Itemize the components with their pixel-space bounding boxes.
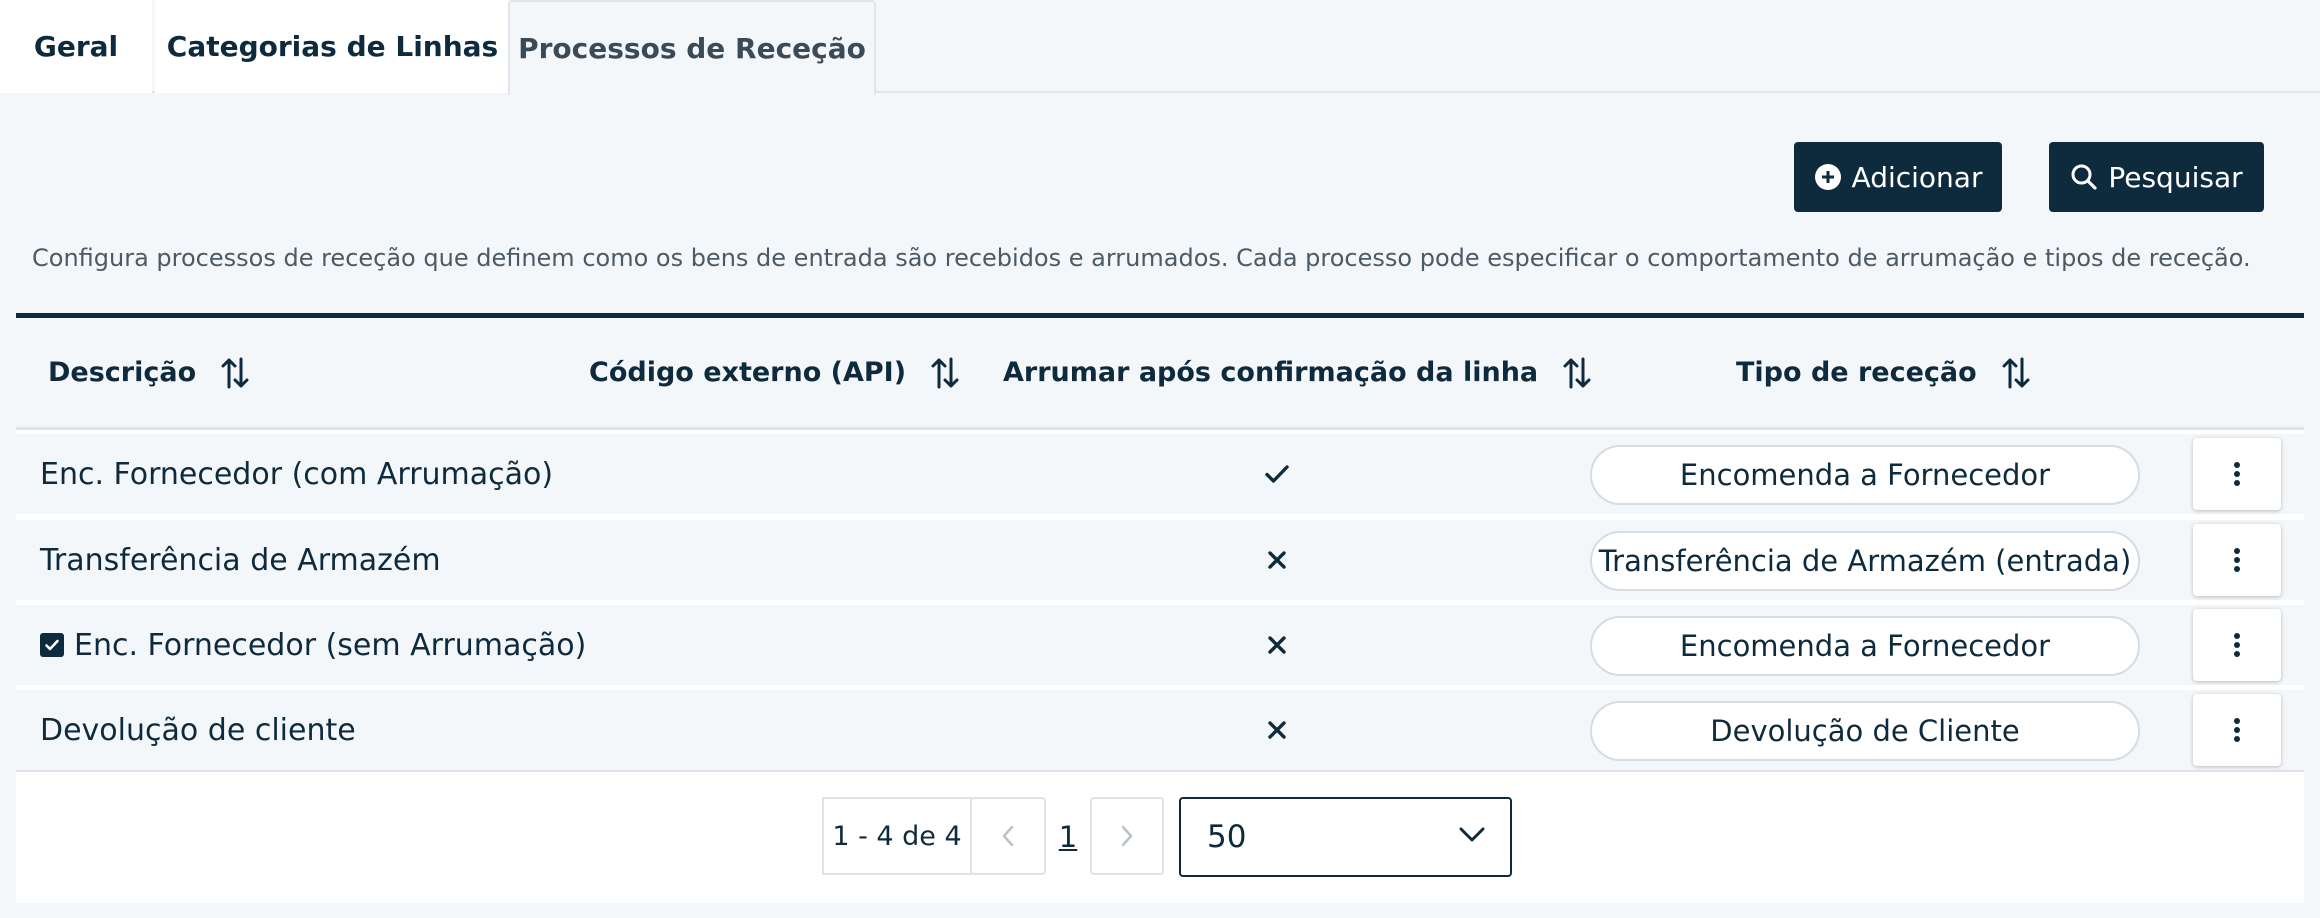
table-row[interactable]: Devolução de cliente Devolução de Client…: [16, 690, 2304, 770]
page-1-link[interactable]: 1: [1050, 815, 1086, 859]
column-label: Tipo de receção: [1736, 357, 1977, 388]
column-header-descricao[interactable]: Descrição: [48, 318, 252, 427]
tab-label: Processos de Receção: [518, 32, 866, 65]
reception-type-badge: Transferência de Armazém (entrada): [1590, 531, 2140, 591]
table-row[interactable]: Transferência de Armazém Transferência d…: [16, 520, 2304, 600]
row-description: Enc. Fornecedor (com Arrumação): [40, 434, 553, 514]
row-actions-button[interactable]: [2193, 609, 2281, 681]
column-header-codigo-externo[interactable]: Código externo (API): [589, 318, 962, 427]
table-row[interactable]: Enc. Fornecedor (com Arrumação) Encomend…: [16, 434, 2304, 514]
column-label: Descrição: [48, 357, 197, 388]
sort-icon: [2002, 357, 2030, 388]
tab-label: Categorias de Linhas: [166, 30, 499, 63]
row-description: Transferência de Armazém: [40, 520, 441, 600]
row-select-checkbox[interactable]: [40, 633, 64, 657]
close-icon: [1252, 520, 1302, 600]
row-actions-button[interactable]: [2193, 694, 2281, 766]
reception-type-badge: Encomenda a Fornecedor: [1590, 445, 2140, 505]
page-description: Configura processos de receção que defin…: [32, 244, 2251, 272]
tab-categorias-de-linhas[interactable]: Categorias de Linhas: [155, 0, 510, 93]
sort-icon: [1563, 357, 1591, 388]
pagination-range-text: 1 - 4 de 4: [832, 820, 962, 852]
more-vertical-icon: [2234, 633, 2240, 657]
plus-circle-icon: [1814, 164, 1841, 190]
row-description: Devolução de cliente: [40, 690, 356, 770]
chevron-left-icon: [1002, 825, 1014, 847]
tab-processos-de-rececao[interactable]: Processos de Receção: [508, 0, 876, 95]
row-description-text: Devolução de cliente: [40, 712, 356, 748]
check-icon: [1252, 434, 1302, 514]
tab-label: Geral: [33, 30, 119, 63]
reception-type-badge: Encomenda a Fornecedor: [1590, 616, 2140, 676]
table-row[interactable]: Enc. Fornecedor (sem Arrumação) Encomend…: [16, 605, 2304, 685]
pagination-range: 1 - 4 de 4: [822, 797, 972, 875]
column-header-arrumar[interactable]: Arrumar após confirmação da linha: [1003, 318, 1594, 427]
row-description-text: Enc. Fornecedor (com Arrumação): [40, 456, 554, 492]
column-label: Código externo (API): [589, 357, 907, 388]
table-header: Descrição Código externo (API) Arrumar a…: [16, 313, 2304, 430]
row-actions-button[interactable]: [2193, 438, 2281, 510]
search-button-label: Pesquisar: [2108, 160, 2243, 194]
reception-type-badge: Devolução de Cliente: [1590, 701, 2140, 761]
tab-geral[interactable]: Geral: [0, 0, 152, 93]
chevron-right-icon: [1121, 825, 1133, 847]
row-actions-button[interactable]: [2193, 524, 2281, 596]
row-description-text: Enc. Fornecedor (sem Arrumação): [74, 627, 587, 663]
column-label: Arrumar após confirmação da linha: [1003, 357, 1539, 388]
table-footer-divider: [16, 770, 2304, 772]
column-header-tipo-rececao[interactable]: Tipo de receção: [1736, 318, 2033, 427]
chevron-down-icon: [1459, 827, 1485, 842]
add-button-label: Adicionar: [1851, 160, 1983, 194]
tab-bar: Geral Categorias de Linhas Processos de …: [0, 0, 2320, 95]
search-icon: [2071, 164, 2097, 190]
more-vertical-icon: [2234, 548, 2240, 572]
row-description-text: Transferência de Armazém: [40, 542, 441, 578]
next-page-button[interactable]: [1090, 797, 1164, 875]
check-icon: [45, 639, 59, 651]
page-size-value: 50: [1207, 819, 1247, 855]
page-size-select[interactable]: 50: [1179, 797, 1512, 877]
row-description: Enc. Fornecedor (sem Arrumação): [40, 605, 586, 685]
search-button[interactable]: Pesquisar: [2049, 142, 2264, 212]
prev-page-button[interactable]: [970, 797, 1046, 875]
sort-icon: [221, 357, 249, 388]
sort-icon: [931, 357, 959, 388]
more-vertical-icon: [2234, 462, 2240, 486]
add-button[interactable]: Adicionar: [1794, 142, 2002, 212]
more-vertical-icon: [2234, 718, 2240, 742]
close-icon: [1252, 605, 1302, 685]
close-icon: [1252, 690, 1302, 770]
